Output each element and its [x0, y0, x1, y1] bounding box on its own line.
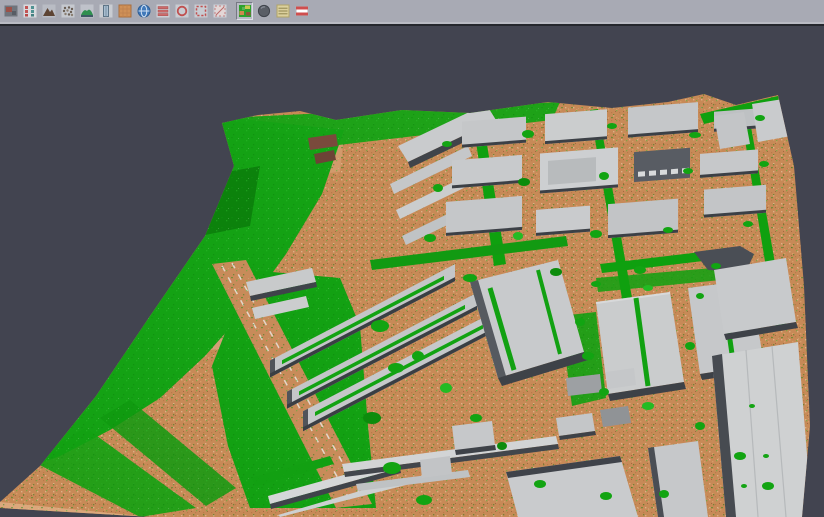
terrain-model-icon[interactable] — [78, 2, 95, 20]
barrier-stripes-icon[interactable] — [293, 2, 310, 20]
point-cloud-icon[interactable] — [59, 2, 76, 20]
ortho-photo-icon[interactable] — [116, 2, 133, 20]
clip-region-icon[interactable] — [211, 2, 228, 20]
layer-stack-icon[interactable] — [154, 2, 171, 20]
circle-select-icon[interactable] — [173, 2, 190, 20]
classification-legend-icon[interactable] — [21, 2, 38, 20]
tin-mountain-icon[interactable] — [40, 2, 57, 20]
elevation-legend-icon[interactable] — [274, 2, 291, 20]
color-classification-icon[interactable] — [236, 2, 253, 20]
cross-section-icon[interactable] — [97, 2, 114, 20]
viewport-canvas[interactable] — [0, 26, 824, 517]
application-window — [0, 0, 824, 517]
globe-icon[interactable] — [135, 2, 152, 20]
point-cloud-scene — [0, 26, 824, 517]
toolbar-separator — [229, 2, 235, 20]
toolbar — [0, 0, 824, 22]
sphere-view-icon[interactable] — [255, 2, 272, 20]
rectangle-select-icon[interactable] — [192, 2, 209, 20]
import-icon[interactable] — [2, 2, 19, 20]
